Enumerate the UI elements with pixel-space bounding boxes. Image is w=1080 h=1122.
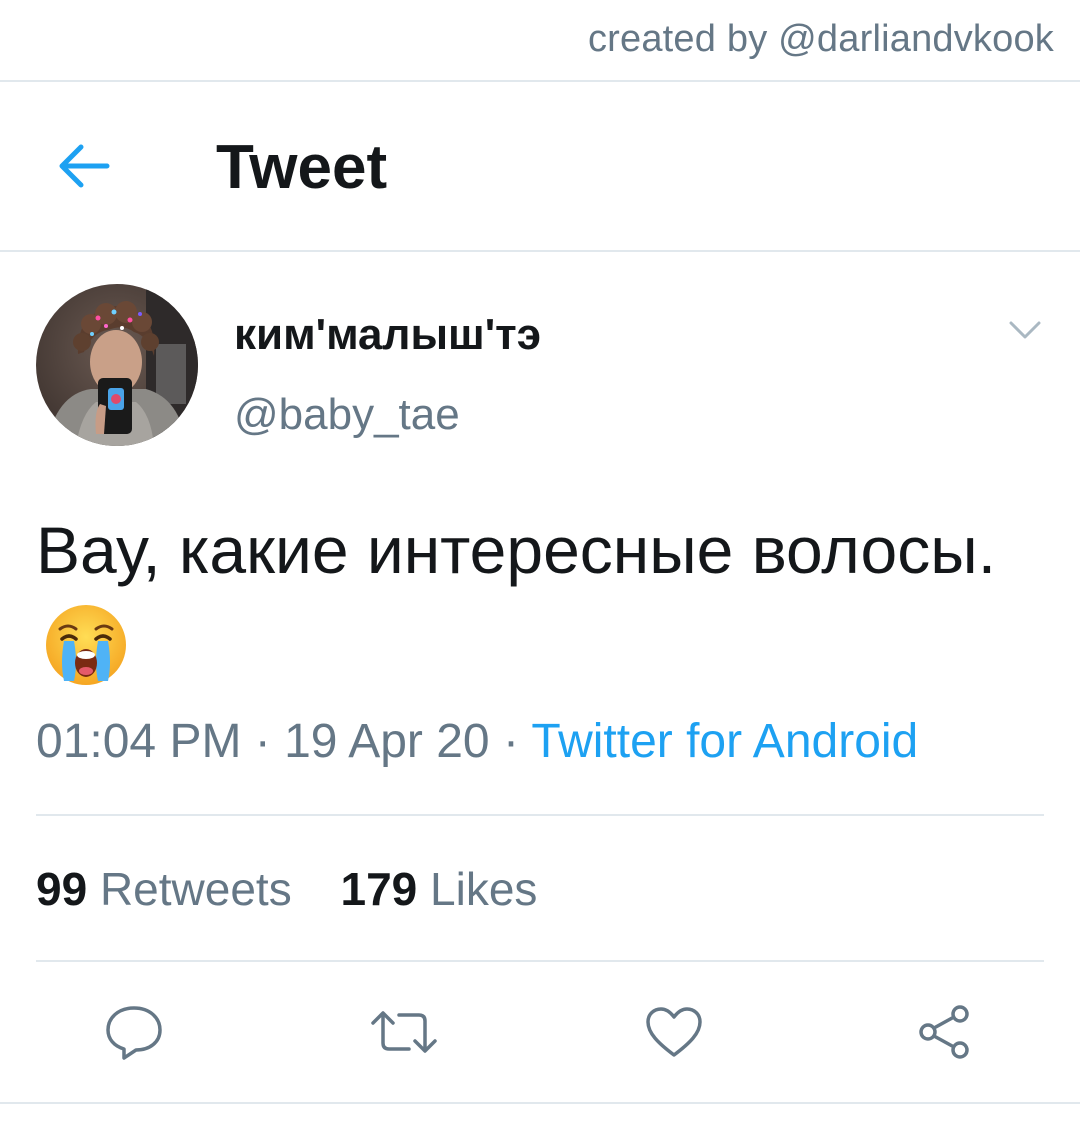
like-heart-icon	[646, 1007, 702, 1057]
credit-text: created by @darliandvkook	[587, 18, 1054, 60]
arrow-left-icon	[59, 144, 110, 188]
tweet-meta: 01:04 PM · 19 Apr 20 · Twitter for Andro…	[36, 714, 918, 769]
like-button[interactable]	[636, 994, 712, 1070]
author-display-name[interactable]: ким'малыш'тэ	[234, 310, 541, 360]
divider	[36, 814, 1044, 816]
chevron-down-icon	[1009, 321, 1041, 339]
share-button[interactable]	[906, 994, 982, 1070]
back-button[interactable]	[52, 136, 116, 196]
retweets-label: Retweets	[99, 863, 292, 915]
meta-separator: ·	[489, 715, 532, 768]
tweet-options-button[interactable]	[1000, 310, 1050, 350]
loudly-crying-face-icon	[44, 603, 128, 714]
author-handle[interactable]: @baby_tae	[234, 390, 460, 440]
reply-button[interactable]	[96, 994, 172, 1070]
header: Tweet	[0, 82, 1080, 252]
tweet-stats: 99 Retweets 179 Likes	[36, 862, 573, 916]
avatar-image	[36, 284, 198, 446]
tweet-date: 19 Apr 20	[284, 715, 490, 768]
tweet: ким'малыш'тэ @baby_tae Вау, какие интере…	[0, 252, 1080, 1102]
retweet-button[interactable]	[366, 994, 442, 1070]
likes-count: 179	[340, 863, 418, 915]
avatar[interactable]	[36, 284, 198, 446]
tweet-source-link[interactable]: Twitter for Android	[531, 715, 918, 768]
credit-bar: created by @darliandvkook	[0, 0, 1080, 82]
retweets-count: 99	[36, 863, 88, 915]
meta-separator: ·	[241, 715, 285, 768]
bottom-divider	[0, 1102, 1080, 1104]
reply-icon	[106, 1006, 162, 1060]
divider	[36, 960, 1044, 962]
likes-stat[interactable]: 179 Likes	[340, 862, 537, 916]
tweet-text-content: Вау, какие интересные волосы.	[36, 513, 997, 587]
tweet-time: 01:04 PM	[36, 715, 242, 768]
retweet-icon	[371, 1011, 437, 1053]
retweets-stat[interactable]: 99 Retweets	[36, 862, 292, 916]
share-icon	[919, 1005, 969, 1059]
page-title: Tweet	[216, 133, 388, 202]
tweet-actions	[0, 994, 1080, 1070]
likes-label: Likes	[430, 863, 538, 915]
tweet-text: Вау, какие интересные волосы.	[36, 500, 1036, 714]
